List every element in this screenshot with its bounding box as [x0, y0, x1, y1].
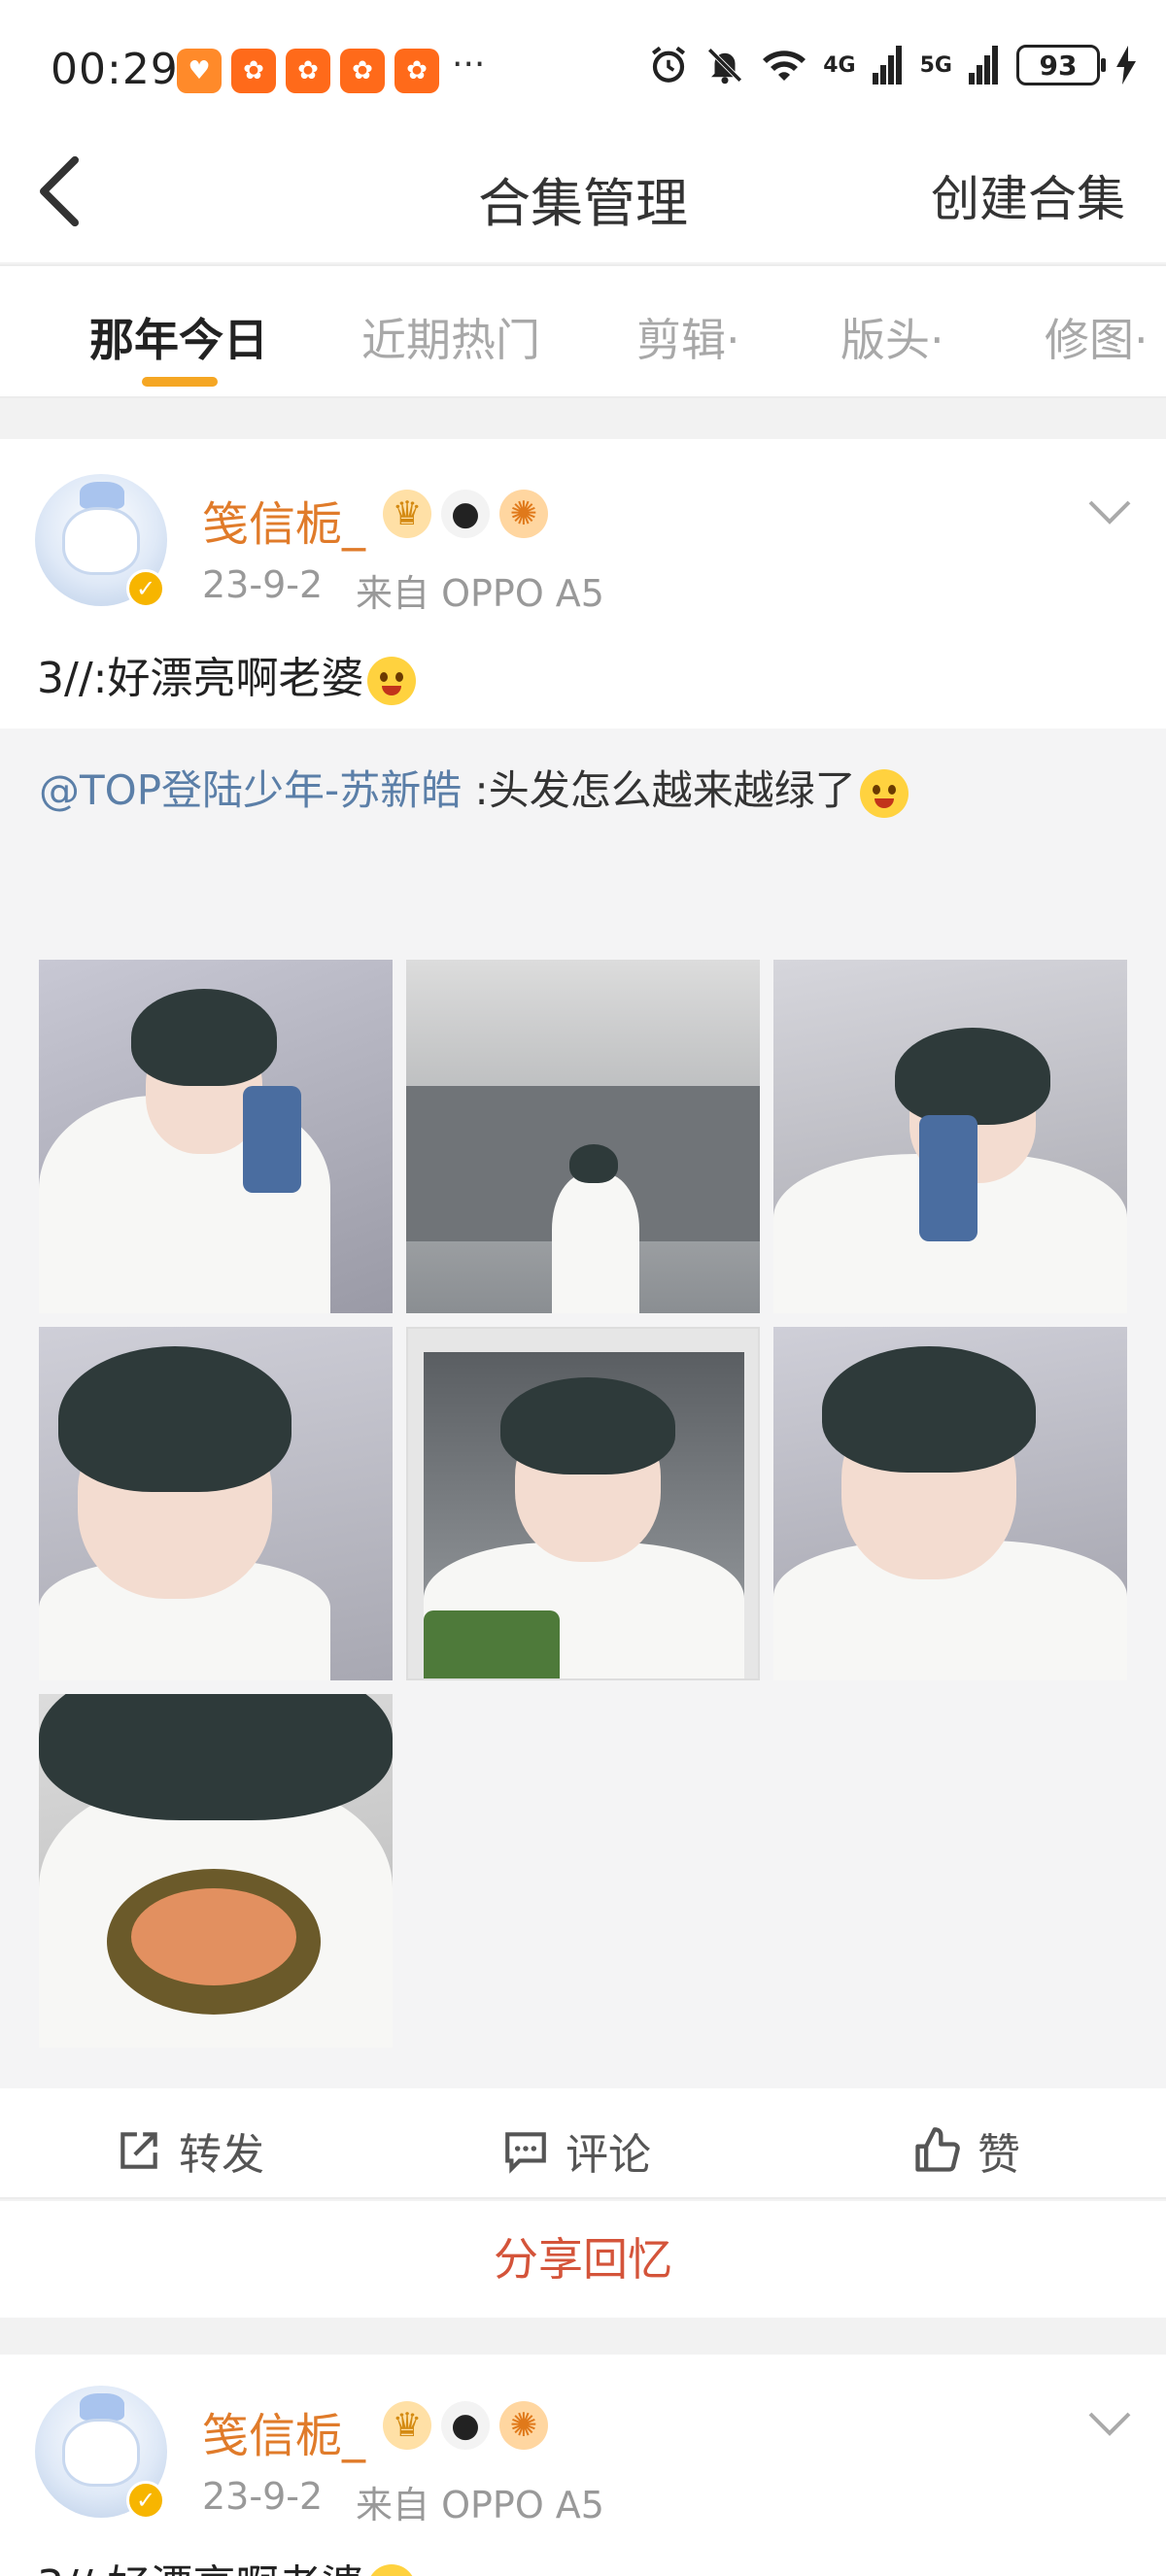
- photo[interactable]: [773, 960, 1127, 1313]
- panda-badge-icon: ●: [441, 2401, 490, 2450]
- laugh-cry-emoji-icon: [859, 768, 909, 818]
- fish-badge-icon: ✺: [499, 2401, 548, 2450]
- mention-link[interactable]: @TOP登陆少年-苏新皓: [39, 766, 462, 814]
- network-4g-label: 4G: [823, 52, 856, 78]
- tab-retouch[interactable]: 修图·: [1045, 305, 1149, 369]
- photo[interactable]: [406, 1327, 760, 1680]
- mute-icon: [707, 48, 742, 85]
- share-memory-button[interactable]: 分享回忆: [0, 2201, 1166, 2318]
- heart-app-icon: ♥: [177, 49, 222, 93]
- post-text: 3//:好漂亮啊老婆: [37, 643, 417, 705]
- tab-header[interactable]: 版头·: [840, 305, 944, 369]
- repost-area[interactable]: @TOP登陆少年-苏新皓 :头发怎么越来越绿了: [0, 729, 1166, 2088]
- wifi-icon: [763, 51, 806, 81]
- like-button[interactable]: 赞: [911, 2119, 1020, 2182]
- network-5g-label: 5G: [919, 52, 952, 78]
- photo[interactable]: [39, 960, 393, 1313]
- blush-emoji-icon: [367, 657, 417, 705]
- comment-label: 评论: [566, 2130, 651, 2180]
- signal-icon: [969, 46, 998, 85]
- status-indicators: 4G 5G 93: [648, 45, 1137, 85]
- forward-button[interactable]: 转发: [115, 2119, 264, 2182]
- like-label: 赞: [977, 2130, 1020, 2180]
- comment-icon: [505, 2132, 546, 2174]
- fish-badge-icon: ✺: [499, 490, 548, 538]
- image-grid: [39, 960, 1127, 2048]
- thumbs-up-icon: [915, 2127, 960, 2172]
- create-collection-button[interactable]: 创建合集: [931, 160, 1125, 230]
- charging-icon: [1116, 46, 1136, 85]
- post-action-bar: 转发 评论 赞: [0, 2088, 1166, 2199]
- verified-badge-icon: ✓: [126, 2481, 165, 2520]
- tab-indicator: [142, 377, 218, 387]
- photo[interactable]: [39, 1694, 393, 2048]
- post-text: 3//:好漂亮啊老婆: [37, 2551, 417, 2576]
- more-notifications-icon: ···: [452, 45, 486, 85]
- comment-button[interactable]: 评论: [501, 2119, 651, 2182]
- signal-icon: [872, 46, 902, 85]
- photo[interactable]: [39, 1327, 393, 1680]
- post-card[interactable]: ✓ 笺信栀_ ♛ ● ✺ 23-9-2 来自 OPPO A5 3//:好漂亮啊老…: [0, 2355, 1166, 2576]
- tab-that-year-today[interactable]: 那年今日: [89, 305, 268, 369]
- app-icon: ✿: [394, 49, 439, 93]
- post-source: 来自 OPPO A5: [356, 572, 604, 615]
- photo[interactable]: [773, 1327, 1127, 1680]
- notification-icons: ♥ ✿ ✿ ✿ ✿: [177, 49, 439, 93]
- post-source: 来自 OPPO A5: [356, 2484, 604, 2526]
- status-bar: 00:29 ♥ ✿ ✿ ✿ ✿ ··· 4G 5G 93: [0, 0, 1166, 146]
- tab-editing[interactable]: 剪辑·: [636, 305, 740, 369]
- crown-badge-icon: ♛: [383, 2401, 431, 2450]
- app-icon: ✿: [340, 49, 385, 93]
- photo[interactable]: [406, 960, 760, 1313]
- chevron-down-icon: [1088, 2412, 1131, 2436]
- crown-badge-icon: ♛: [383, 490, 431, 538]
- more-options-button[interactable]: [1086, 497, 1133, 530]
- battery-icon: 93: [1016, 45, 1106, 85]
- app-icon: ✿: [286, 49, 330, 93]
- alarm-icon: [652, 46, 686, 83]
- username[interactable]: 笺信栀_: [202, 486, 365, 554]
- verified-badge-icon: ✓: [126, 569, 165, 608]
- forward-icon: [120, 2132, 157, 2169]
- post-card[interactable]: ✓ 笺信栀_ ♛ ● ✺ 23-9-2 来自 OPPO A5 3//:好漂亮啊老…: [0, 439, 1166, 729]
- blush-emoji-icon: [367, 2564, 417, 2576]
- app-icon: ✿: [231, 49, 276, 93]
- more-options-button[interactable]: [1086, 2409, 1133, 2442]
- post-date: 23-9-2: [202, 563, 324, 606]
- post-date: 23-9-2: [202, 2475, 324, 2518]
- panda-badge-icon: ●: [441, 490, 490, 538]
- status-time: 00:29: [51, 45, 179, 94]
- username[interactable]: 笺信栀_: [202, 2397, 365, 2465]
- tab-recent-popular[interactable]: 近期热门: [361, 305, 540, 369]
- battery-level: 93: [1039, 49, 1078, 82]
- repost-text: @TOP登陆少年-苏新皓 :头发怎么越来越绿了: [39, 758, 909, 818]
- user-badges: ♛ ● ✺: [383, 490, 548, 538]
- forward-label: 转发: [179, 2130, 264, 2180]
- user-badges: ♛ ● ✺: [383, 2401, 548, 2450]
- chevron-down-icon: [1088, 500, 1131, 525]
